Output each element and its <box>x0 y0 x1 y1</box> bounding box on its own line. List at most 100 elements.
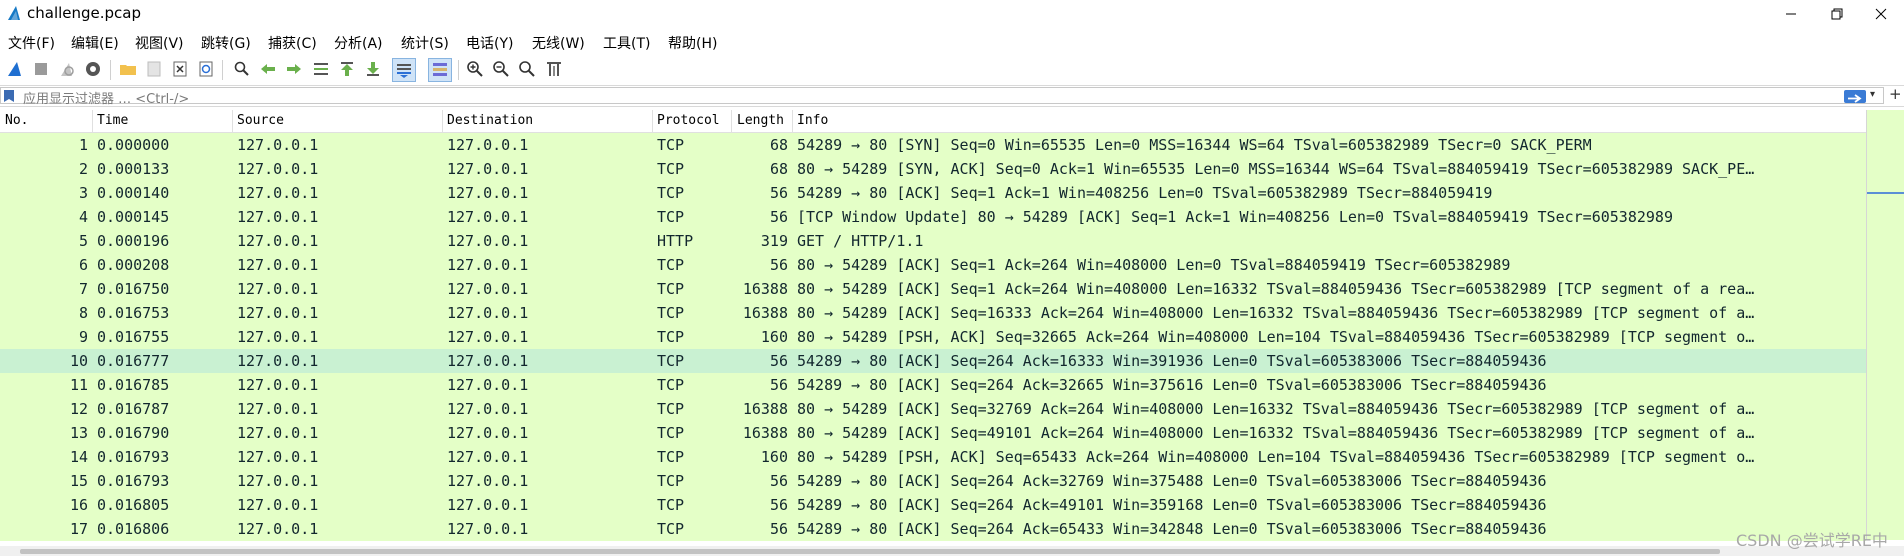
packet-row[interactable]: 11 0.016785 127.0.0.1 127.0.0.1 TCP 56 54289 →… <box>0 373 1866 397</box>
minimize-button[interactable] <box>1768 0 1814 28</box>
packet-row[interactable]: 16 0.016805 127.0.0.1 127.0.0.1 TCP 56 54289 →… <box>0 493 1866 517</box>
save-file-icon <box>147 61 161 77</box>
menu-file[interactable]: 文件(F) <box>8 33 55 53</box>
menu-analyze[interactable]: 分析(A) <box>334 33 383 53</box>
save-file-button[interactable] <box>143 58 165 80</box>
apply-filter-button[interactable] <box>1844 90 1866 103</box>
packet-protocol: TCP <box>657 280 685 298</box>
packet-row[interactable]: 3 0.000140 127.0.0.1 127.0.0.1 TCP 56 54289 → … <box>0 181 1866 205</box>
menu-go[interactable]: 跳转(G) <box>201 33 251 53</box>
packet-row[interactable]: 8 0.016753 127.0.0.1 127.0.0.1 TCP 16388 80 → … <box>0 301 1866 325</box>
column-divider[interactable] <box>232 110 233 132</box>
zoom-out-icon <box>493 61 509 77</box>
column-header-length[interactable]: Length <box>737 113 784 128</box>
column-header-no[interactable]: No. <box>5 113 28 128</box>
packet-row[interactable]: 2 0.000133 127.0.0.1 127.0.0.1 TCP 68 80 → 542… <box>0 157 1866 181</box>
display-filter-input[interactable]: 应用显示过滤器 … <Ctrl-/> ▾ <box>0 87 1884 107</box>
menu-telephony[interactable]: 电话(Y) <box>466 33 513 53</box>
close-button[interactable] <box>1858 0 1904 28</box>
open-file-button[interactable] <box>117 58 139 80</box>
packet-row[interactable]: 6 0.000208 127.0.0.1 127.0.0.1 TCP 56 80 → 542… <box>0 253 1866 277</box>
go-last-icon <box>367 62 379 76</box>
column-divider[interactable] <box>731 110 732 132</box>
go-first-button[interactable] <box>336 58 358 80</box>
packet-time: 0.016793 <box>97 448 170 466</box>
capture-options-button[interactable] <box>82 58 104 80</box>
packet-row[interactable]: 17 0.016806 127.0.0.1 127.0.0.1 TCP 56 54289 →… <box>0 517 1866 541</box>
resize-columns-button[interactable] <box>543 58 565 80</box>
menu-statistics[interactable]: 统计(S) <box>401 33 449 53</box>
packet-row[interactable]: 9 0.016755 127.0.0.1 127.0.0.1 TCP 160 80 → 54… <box>0 325 1866 349</box>
restore-icon <box>1831 8 1843 20</box>
menu-wireless[interactable]: 无线(W) <box>532 33 585 53</box>
column-divider[interactable] <box>92 110 93 132</box>
packet-row[interactable]: 10 0.016777 127.0.0.1 127.0.0.1 TCP 56 54289 →… <box>0 349 1866 373</box>
zoom-in-button[interactable] <box>464 58 486 80</box>
packet-row[interactable]: 14 0.016793 127.0.0.1 127.0.0.1 TCP 160 80 → 5… <box>0 445 1866 469</box>
packet-protocol: HTTP <box>657 232 694 250</box>
packet-source: 127.0.0.1 <box>237 256 319 274</box>
packet-protocol: TCP <box>657 424 685 442</box>
packet-number: 13 <box>69 424 88 442</box>
filter-history-dropdown[interactable]: ▾ <box>1870 89 1875 100</box>
column-header-destination[interactable]: Destination <box>447 113 533 128</box>
packet-row[interactable]: 4 0.000145 127.0.0.1 127.0.0.1 TCP 56 [TCP Win… <box>0 205 1866 229</box>
packet-protocol: TCP <box>657 520 685 538</box>
auto-scroll-button[interactable] <box>392 58 416 82</box>
packet-info: 54289 → 80 [ACK] Seq=264 Ack=32769 Win=3… <box>797 472 1547 490</box>
go-last-button[interactable] <box>362 58 384 80</box>
packet-time: 0.016805 <box>97 496 170 514</box>
packet-row[interactable]: 13 0.016790 127.0.0.1 127.0.0.1 TCP 16388 80 →… <box>0 421 1866 445</box>
go-forward-button[interactable] <box>283 58 305 80</box>
colorize-button[interactable] <box>428 58 452 82</box>
packet-number: 11 <box>69 376 88 394</box>
go-to-packet-button[interactable] <box>310 58 332 80</box>
packet-row[interactable]: 7 0.016750 127.0.0.1 127.0.0.1 TCP 16388 80 → … <box>0 277 1866 301</box>
menu-tools[interactable]: 工具(T) <box>603 33 650 53</box>
stop-capture-button[interactable] <box>30 58 52 80</box>
menu-edit[interactable]: 编辑(E) <box>71 33 119 53</box>
packet-row[interactable]: 12 0.016787 127.0.0.1 127.0.0.1 TCP 16388 80 →… <box>0 397 1866 421</box>
find-packet-button[interactable] <box>231 58 253 80</box>
column-divider[interactable] <box>442 110 443 132</box>
close-file-button[interactable] <box>169 58 191 80</box>
packet-row[interactable]: 1 0.000000 127.0.0.1 127.0.0.1 TCP 68 54289 → … <box>0 133 1866 157</box>
column-header-info[interactable]: Info <box>797 113 828 128</box>
zoom-out-button[interactable] <box>490 58 512 80</box>
packet-protocol: TCP <box>657 400 685 418</box>
reload-file-button[interactable] <box>195 58 217 80</box>
column-divider[interactable] <box>652 110 653 132</box>
menu-help[interactable]: 帮助(H) <box>668 33 717 53</box>
horizontal-scrollbar[interactable] <box>0 546 1904 556</box>
packet-length: 56 <box>769 352 788 370</box>
packet-destination: 127.0.0.1 <box>447 400 529 418</box>
packet-destination: 127.0.0.1 <box>447 424 529 442</box>
packet-info: 80 → 54289 [PSH, ACK] Seq=65433 Ack=264 … <box>797 448 1755 466</box>
capture-options-icon <box>86 62 100 76</box>
column-header-source[interactable]: Source <box>237 113 284 128</box>
add-filter-button[interactable]: + <box>1889 85 1902 103</box>
packet-protocol: TCP <box>657 160 685 178</box>
packet-row[interactable]: 15 0.016793 127.0.0.1 127.0.0.1 TCP 56 54289 →… <box>0 469 1866 493</box>
go-back-button[interactable] <box>257 58 279 80</box>
stop-capture-icon <box>35 63 47 75</box>
packet-row[interactable]: 5 0.000196 127.0.0.1 127.0.0.1 HTTP 319 GET / … <box>0 229 1866 253</box>
column-header-protocol[interactable]: Protocol <box>657 113 720 128</box>
packet-protocol: TCP <box>657 448 685 466</box>
packet-length: 16388 <box>742 304 788 322</box>
horizontal-scroll-thumb[interactable] <box>20 549 1720 554</box>
menu-view[interactable]: 视图(V) <box>135 33 184 53</box>
start-capture-button[interactable] <box>4 58 26 80</box>
menu-capture[interactable]: 捕获(C) <box>268 33 317 53</box>
maximize-button[interactable] <box>1814 0 1860 28</box>
packet-list-scrollbar[interactable] <box>1866 110 1904 540</box>
display-filter-bar: 应用显示过滤器 … <Ctrl-/> ▾ + <box>0 85 1904 107</box>
column-divider[interactable] <box>792 110 793 132</box>
bookmark-icon[interactable] <box>4 90 14 102</box>
restart-capture-button[interactable] <box>56 58 78 80</box>
column-header-time[interactable]: Time <box>97 113 128 128</box>
go-first-icon <box>341 62 353 76</box>
packet-number: 16 <box>69 496 88 514</box>
zoom-normal-button[interactable] <box>516 58 538 80</box>
main-toolbar <box>0 56 1904 84</box>
